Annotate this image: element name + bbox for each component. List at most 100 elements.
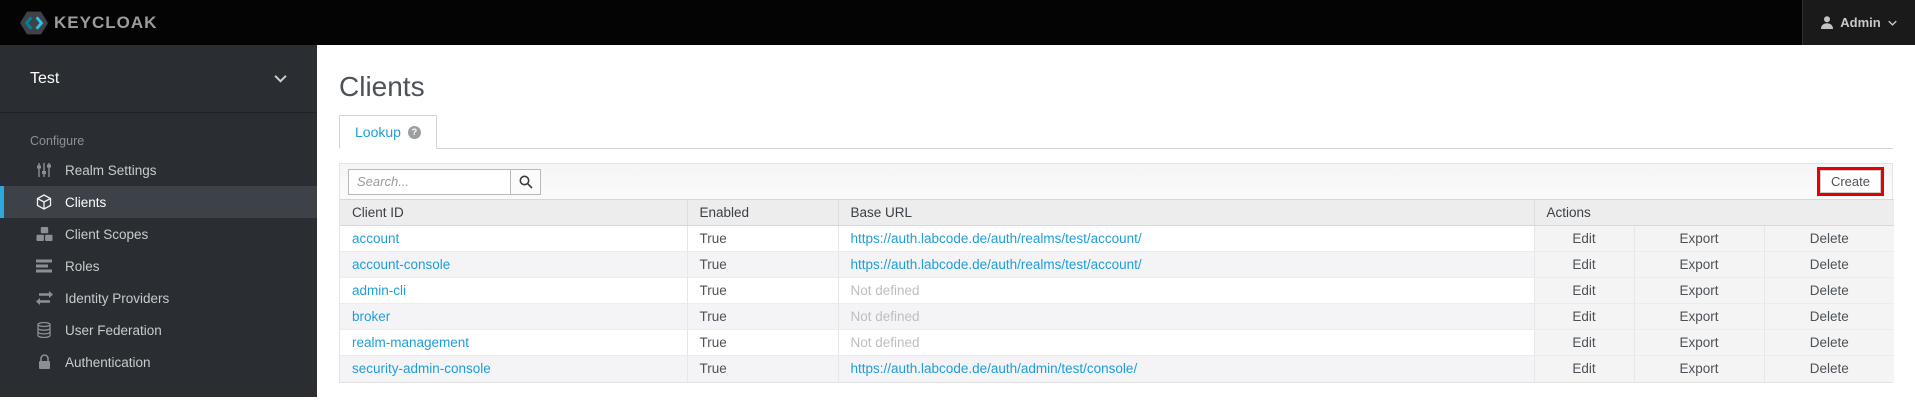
- cubes-icon: [35, 226, 53, 242]
- table-row: admin-cli True Not defined Edit Export Delete: [340, 277, 1895, 304]
- column-header-client-id: Client ID: [340, 199, 687, 226]
- table-toolbar: Create: [340, 164, 1892, 199]
- client-id-link[interactable]: account-console: [352, 257, 450, 272]
- export-action-cell[interactable]: Export: [1633, 225, 1764, 252]
- sidebar-item-label: Identity Providers: [65, 290, 170, 306]
- table-row: account True https://auth.labcode.de/auth/…: [340, 225, 1895, 252]
- column-header-enabled: Enabled: [686, 199, 838, 226]
- base-url-link[interactable]: https://auth.labcode.de/auth/realms/test…: [851, 231, 1142, 246]
- delete-action-cell[interactable]: Delete: [1763, 225, 1895, 252]
- base-url-not-defined: Not defined: [850, 283, 920, 298]
- client-id-cell: admin-cli: [340, 277, 687, 304]
- annotation-highlight-box: Create: [1816, 167, 1884, 196]
- base-url-cell: https://auth.labcode.de/auth/admin/test/…: [837, 355, 1534, 382]
- export-action-cell[interactable]: Export: [1633, 277, 1764, 304]
- enabled-cell: True: [686, 277, 838, 304]
- sidebar-item-label: User Federation: [65, 322, 162, 338]
- sidebar-item-identity-providers[interactable]: Identity Providers: [0, 282, 317, 314]
- delete-action-cell[interactable]: Delete: [1763, 355, 1895, 382]
- enabled-cell: True: [686, 329, 838, 356]
- client-id-cell: realm-management: [340, 329, 687, 356]
- enabled-cell: True: [686, 225, 838, 252]
- base-url-link[interactable]: https://auth.labcode.de/auth/realms/test…: [851, 257, 1142, 272]
- sidebar: Test Configure Realm Settings Clients Cl…: [0, 45, 317, 397]
- main-content: Clients Lookup ? Create: [317, 45, 1915, 383]
- client-id-link[interactable]: admin-cli: [352, 283, 406, 298]
- search-group: [348, 168, 541, 195]
- search-button[interactable]: [511, 168, 541, 195]
- keycloak-logo: KEYCLOAK: [20, 8, 157, 38]
- create-button[interactable]: Create: [1819, 170, 1881, 193]
- export-action-cell[interactable]: Export: [1633, 329, 1764, 356]
- delete-action-cell[interactable]: Delete: [1763, 277, 1895, 304]
- sidebar-item-realm-settings[interactable]: Realm Settings: [0, 154, 317, 186]
- base-url-cell: https://auth.labcode.de/auth/realms/test…: [837, 225, 1534, 252]
- sidebar-item-label: Client Scopes: [65, 226, 149, 242]
- clients-table: Client ID Enabled Base URL Actions accou…: [340, 199, 1895, 382]
- client-id-link[interactable]: realm-management: [352, 335, 469, 350]
- column-header-actions: Actions: [1533, 199, 1895, 226]
- exchange-icon: [35, 291, 53, 305]
- user-name: Admin: [1840, 15, 1881, 30]
- client-id-cell: account-console: [340, 251, 687, 278]
- sidebar-item-label: Roles: [65, 258, 100, 274]
- tab-label: Lookup: [355, 124, 401, 140]
- search-icon: [519, 175, 533, 189]
- client-id-cell: security-admin-console: [340, 355, 687, 382]
- edit-action-cell[interactable]: Edit: [1533, 277, 1634, 304]
- edit-action-cell[interactable]: Edit: [1533, 225, 1634, 252]
- sidebar-item-roles[interactable]: Roles: [0, 250, 317, 282]
- client-id-link[interactable]: broker: [352, 309, 390, 324]
- keycloak-hexagon-icon: [20, 11, 48, 34]
- search-input[interactable]: [348, 168, 511, 195]
- export-action-cell[interactable]: Export: [1633, 303, 1764, 330]
- client-id-link[interactable]: security-admin-console: [352, 361, 491, 376]
- client-id-link[interactable]: account: [352, 231, 399, 246]
- cube-icon: [35, 194, 53, 210]
- sidebar-item-user-federation[interactable]: User Federation: [0, 314, 317, 346]
- user-menu[interactable]: Admin: [1802, 0, 1915, 45]
- caret-down-icon: [1887, 20, 1897, 26]
- base-url-link[interactable]: https://auth.labcode.de/auth/admin/test/…: [851, 361, 1138, 376]
- sidebar-item-clients[interactable]: Clients: [0, 186, 317, 218]
- top-header: KEYCLOAK Admin: [0, 0, 1915, 45]
- clients-panel: Create Client ID Enabled Base URL Action…: [339, 163, 1895, 383]
- export-action-cell[interactable]: Export: [1633, 251, 1764, 278]
- base-url-not-defined: Not defined: [850, 309, 920, 324]
- question-circle-icon[interactable]: ?: [407, 125, 421, 139]
- export-action-cell[interactable]: Export: [1633, 355, 1764, 382]
- base-url-cell: Not defined: [837, 329, 1534, 356]
- realm-selector[interactable]: Test: [0, 45, 317, 113]
- edit-action-cell[interactable]: Edit: [1533, 303, 1634, 330]
- edit-action-cell[interactable]: Edit: [1533, 251, 1634, 278]
- tab-lookup[interactable]: Lookup ?: [339, 115, 437, 149]
- user-icon: [1821, 16, 1834, 29]
- base-url-cell: Not defined: [837, 277, 1534, 304]
- base-url-cell: Not defined: [837, 303, 1534, 330]
- delete-action-cell[interactable]: Delete: [1763, 303, 1895, 330]
- tab-bar: Lookup ?: [339, 115, 1893, 149]
- sidebar-item-client-scopes[interactable]: Client Scopes: [0, 218, 317, 250]
- table-row: realm-management True Not defined Edit Expor…: [340, 329, 1895, 356]
- configure-section-label: Configure: [30, 134, 85, 148]
- sidebar-item-label: Realm Settings: [65, 162, 157, 178]
- delete-action-cell[interactable]: Delete: [1763, 329, 1895, 356]
- base-url-not-defined: Not defined: [850, 335, 920, 350]
- edit-action-cell[interactable]: Edit: [1533, 355, 1634, 382]
- column-header-base-url: Base URL: [837, 199, 1534, 226]
- edit-action-cell[interactable]: Edit: [1533, 329, 1634, 356]
- clients-table-body: account True https://auth.labcode.de/auth/…: [340, 225, 1895, 382]
- lock-icon: [35, 354, 53, 370]
- delete-action-cell[interactable]: Delete: [1763, 251, 1895, 278]
- enabled-cell: True: [686, 303, 838, 330]
- sidebar-item-authentication[interactable]: Authentication: [0, 346, 317, 378]
- enabled-cell: True: [686, 355, 838, 382]
- sidebar-item-label: Clients: [65, 194, 107, 210]
- client-id-cell: account: [340, 225, 687, 252]
- sidebar-item-label: Authentication: [65, 354, 151, 370]
- base-url-cell: https://auth.labcode.de/auth/realms/test…: [837, 251, 1534, 278]
- client-id-cell: broker: [340, 303, 687, 330]
- table-header-row: Client ID Enabled Base URL Actions: [340, 199, 1895, 226]
- list-icon: [35, 259, 53, 273]
- sliders-icon: [35, 162, 53, 178]
